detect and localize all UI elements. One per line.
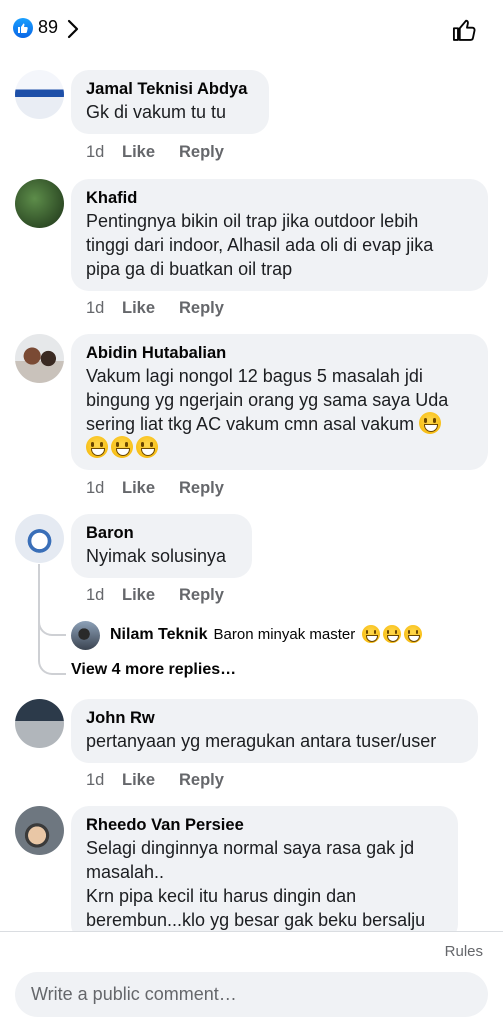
comment-text: berembun...klo yg besar gak beku bersalj… [86, 910, 426, 930]
comment-text: Pentingnya bikin oil trap jika outdoor l… [86, 211, 419, 231]
comment-text: pertanyaan yg meragukan antara tuser/use… [86, 731, 437, 751]
grinning-emoji-icon [111, 436, 133, 458]
like-button[interactable]: Like [122, 771, 179, 790]
like-reaction-icon [13, 18, 33, 38]
grinning-emoji-icon [86, 436, 108, 458]
comment-bubble[interactable]: Khafid Pentingnya bikin oil trap jika ou… [71, 179, 488, 291]
comment-time[interactable]: 1d [86, 299, 122, 318]
comment-text: Nyimak solusinya [86, 546, 227, 566]
rules-link[interactable]: Rules [445, 943, 483, 960]
reply-button[interactable]: Reply [179, 299, 224, 318]
comment-bubble[interactable]: Jamal Teknisi Abdya Gk di vakum tu tu [71, 70, 269, 134]
grinning-emoji-icon [362, 625, 381, 643]
comment-bubble[interactable]: Abidin Hutabalian Vakum lagi nongol 12 b… [71, 334, 488, 470]
like-button[interactable]: Like [122, 299, 179, 318]
comments-list[interactable]: Jamal Teknisi Abdya Gk di vakum tu tu 1d… [0, 58, 503, 931]
comment-text: pipa ga di buatkan oil trap [86, 259, 293, 279]
comment-text: sering liat tkg AC vakum cmn asal vakum [86, 412, 473, 436]
comment-time[interactable]: 1d [86, 143, 122, 162]
like-button[interactable]: Like [122, 586, 179, 605]
comment-time[interactable]: 1d [86, 586, 122, 605]
reactions-bar[interactable]: 89 [0, 0, 503, 58]
comment-input[interactable]: Write a public comment… [15, 972, 488, 1017]
comment-actions: 1d Like Reply [86, 479, 224, 498]
avatar[interactable] [15, 70, 64, 119]
avatar[interactable] [71, 621, 100, 650]
like-button[interactable]: Like [122, 479, 179, 498]
reply-button[interactable]: Reply [179, 586, 224, 605]
comment-text: masalah.. [86, 862, 165, 882]
comment-actions: 1d Like Reply [86, 299, 224, 318]
comment-text: tinggi dari indoor, Alhasil ada oli di e… [86, 235, 434, 255]
comment-author[interactable]: Baron [86, 522, 237, 544]
comment-author[interactable]: Khafid [86, 187, 473, 209]
grinning-emoji-icon [419, 412, 442, 434]
comment-actions: 1d Like Reply [86, 143, 224, 162]
comment-bubble[interactable]: Rheedo Van Persiee Selagi dinginnya norm… [71, 806, 458, 931]
comment-text: Selagi dinginnya normal saya rasa gak jd [86, 838, 415, 858]
reply-author[interactable]: Nilam Teknik [110, 626, 208, 643]
comment-text-segment: sering liat tkg AC vakum cmn asal vakum [86, 414, 415, 434]
avatar[interactable] [15, 806, 64, 855]
emoji-row [86, 436, 473, 460]
comment-author[interactable]: Abidin Hutabalian [86, 342, 473, 364]
avatar[interactable] [15, 699, 64, 748]
reply-button[interactable]: Reply [179, 771, 224, 790]
comment-text: Vakum lagi nongol 12 bagus 5 masalah jdi [86, 366, 423, 386]
comment-bubble[interactable]: John Rw pertanyaan yg meragukan antara t… [71, 699, 478, 763]
reply-text: Baron minyak master [213, 626, 356, 643]
comment-actions: 1d Like Reply [86, 586, 224, 605]
avatar[interactable] [15, 179, 64, 228]
comment-text: Gk di vakum tu tu [86, 102, 227, 122]
comment-time[interactable]: 1d [86, 479, 122, 498]
like-count: 89 [38, 17, 59, 37]
thread-connector [38, 618, 66, 675]
like-button-icon[interactable] [451, 16, 479, 49]
comment-text: Krn pipa kecil itu harus dingin dan [86, 886, 357, 906]
view-more-replies-link[interactable]: View 4 more replies… [71, 661, 236, 679]
grinning-emoji-icon [383, 625, 402, 643]
comment-author[interactable]: John Rw [86, 707, 463, 729]
comment-author[interactable]: Jamal Teknisi Abdya [86, 78, 254, 100]
reply-button[interactable]: Reply [179, 143, 224, 162]
comment-bubble[interactable]: Baron Nyimak solusinya [71, 514, 252, 578]
like-button[interactable]: Like [122, 143, 179, 162]
chevron-right-icon[interactable] [66, 18, 80, 45]
avatar[interactable] [15, 334, 64, 383]
reply-preview[interactable]: Nilam Teknik Baron minyak master [110, 625, 425, 644]
comment-text: bingung yg ngerjain orang yg sama saya U… [86, 390, 449, 410]
grinning-emoji-icon [136, 436, 158, 458]
comment-time[interactable]: 1d [86, 771, 122, 790]
comment-composer: Rules Write a public comment… [0, 931, 503, 1024]
comment-author[interactable]: Rheedo Van Persiee [86, 814, 443, 836]
grinning-emoji-icon [404, 625, 423, 643]
reply-button[interactable]: Reply [179, 479, 224, 498]
avatar[interactable] [15, 514, 64, 563]
comment-actions: 1d Like Reply [86, 771, 224, 790]
